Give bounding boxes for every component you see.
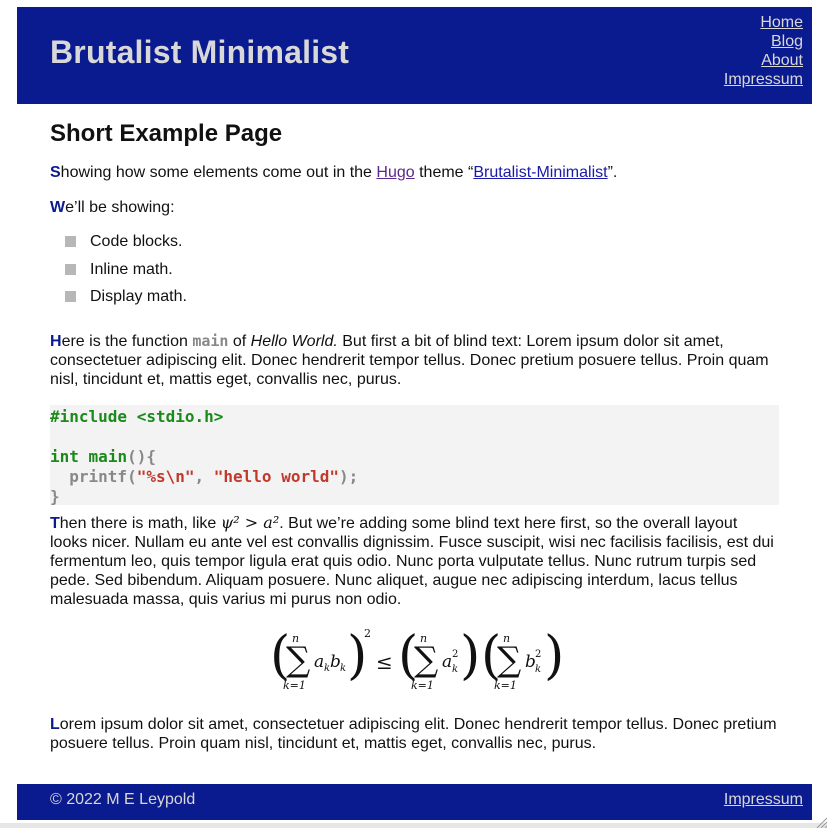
code-punct: ,	[194, 466, 214, 486]
cauchy-schwarz-formula: ( ∑ n k=1 ak bk ) 2 ≤ ( ∑ n k=1 a 2k ) ( …	[270, 626, 564, 692]
svg-text:k: k	[340, 663, 346, 674]
resize-grip-icon[interactable]	[815, 816, 827, 828]
code-function: main	[88, 446, 128, 466]
svg-text:n: n	[292, 632, 299, 645]
code-punct: );	[339, 466, 359, 486]
svg-text:): )	[544, 626, 564, 686]
drop-cap: T	[50, 514, 60, 532]
inline-code: main	[192, 331, 229, 350]
svg-text:): )	[460, 626, 480, 686]
nav-home-link[interactable]: Home	[724, 13, 803, 32]
list-item-text: Code blocks.	[90, 233, 183, 250]
svg-text:k=1: k=1	[411, 679, 434, 692]
code-keyword: int	[50, 446, 79, 466]
page-title: Short Example Page	[50, 120, 283, 147]
paragraph-text: ere is the function	[61, 332, 193, 350]
site-title[interactable]: Brutalist Minimalist	[50, 34, 349, 71]
svg-text:∑: ∑	[286, 640, 310, 680]
main-content: Short Example Page Showing how some elem…	[17, 120, 812, 753]
drop-cap: S	[50, 164, 61, 181]
intro-text: theme “	[414, 164, 474, 181]
drop-cap: H	[50, 332, 62, 350]
square-bullet-icon	[65, 291, 76, 302]
code-block: #include <stdio.h> int main(){ printf("%…	[50, 404, 779, 506]
paragraph-text: hen there is math, like	[59, 514, 221, 532]
square-bullet-icon	[65, 263, 76, 275]
showing-text: e’ll be showing:	[65, 199, 175, 216]
list-item: Inline math.	[65, 261, 779, 289]
paragraph-text: orem ipsum dolor sit amet, consectetuer …	[50, 715, 777, 752]
svg-text:k: k	[452, 664, 458, 675]
svg-text:∑: ∑	[497, 640, 521, 680]
closing-paragraph: Lorem ipsum dolor sit amet, consectetuer…	[50, 715, 779, 753]
showing-paragraph: We’ll be showing:	[50, 198, 779, 217]
paragraph-text: of	[228, 332, 251, 350]
svg-text:k=1: k=1	[494, 679, 517, 692]
drop-cap: L	[50, 715, 60, 733]
list-item-text: Inline math.	[90, 260, 173, 278]
svg-text:k: k	[535, 664, 541, 675]
square-bullet-icon	[65, 236, 76, 247]
svg-text:a: a	[442, 652, 452, 672]
site-footer: © 2022 M E Leypold Impressum	[17, 784, 812, 820]
code-punct: (){	[127, 446, 156, 466]
inline-math: ψ² > a²	[220, 512, 280, 532]
list-item: Code blocks.	[65, 233, 779, 261]
svg-text:2: 2	[535, 649, 541, 660]
nav-impressum-link[interactable]: Impressum	[724, 70, 803, 89]
theme-link[interactable]: Brutalist-Minimalist	[473, 164, 607, 181]
feature-list: Code blocks. Inline math. Display math.	[50, 233, 779, 316]
svg-text:2: 2	[452, 649, 458, 660]
footer-impressum-link[interactable]: Impressum	[724, 791, 803, 809]
intro-text: ”.	[607, 164, 618, 181]
svg-text:a: a	[314, 652, 324, 672]
site-header: Brutalist Minimalist Home Blog About Imp…	[17, 7, 812, 104]
intro-text: howing how some elements come out in the	[60, 164, 377, 181]
list-item-text: Display math.	[90, 288, 187, 305]
intro-paragraph: Showing how some elements come out in th…	[50, 163, 779, 182]
code-string: "%s\n"	[136, 466, 195, 486]
window-bottom-bar	[0, 823, 827, 828]
main-nav: Home Blog About Impressum	[724, 13, 803, 89]
code-line-close: }	[50, 486, 60, 506]
svg-text:k=1: k=1	[283, 679, 306, 692]
svg-text:≤: ≤	[376, 650, 393, 674]
code-string: "hello world"	[213, 466, 339, 486]
page-container: Brutalist Minimalist Home Blog About Imp…	[17, 7, 812, 820]
svg-text:∑: ∑	[414, 640, 438, 680]
copyright-text: © 2022 M E Leypold	[50, 791, 196, 808]
code-call: printf(	[69, 466, 137, 486]
svg-text:2: 2	[364, 627, 371, 640]
math-paragraph: Then there is math, like ψ² > a². But we…	[50, 513, 779, 609]
drop-cap: W	[50, 199, 66, 216]
svg-text:n: n	[420, 632, 427, 645]
nav-blog-link[interactable]: Blog	[724, 32, 803, 51]
hugo-link[interactable]: Hugo	[376, 164, 414, 181]
svg-text:n: n	[503, 632, 510, 645]
nav-about-link[interactable]: About	[724, 51, 803, 70]
list-item: Display math.	[65, 288, 779, 316]
display-math: ( ∑ n k=1 ak bk ) 2 ≤ ( ∑ n k=1 a2k ) ( …	[50, 625, 779, 703]
code-line-include: #include <stdio.h>	[50, 406, 224, 426]
function-paragraph: Here is the function main of Hello World…	[50, 332, 779, 389]
emphasis-text: Hello World.	[250, 332, 338, 350]
